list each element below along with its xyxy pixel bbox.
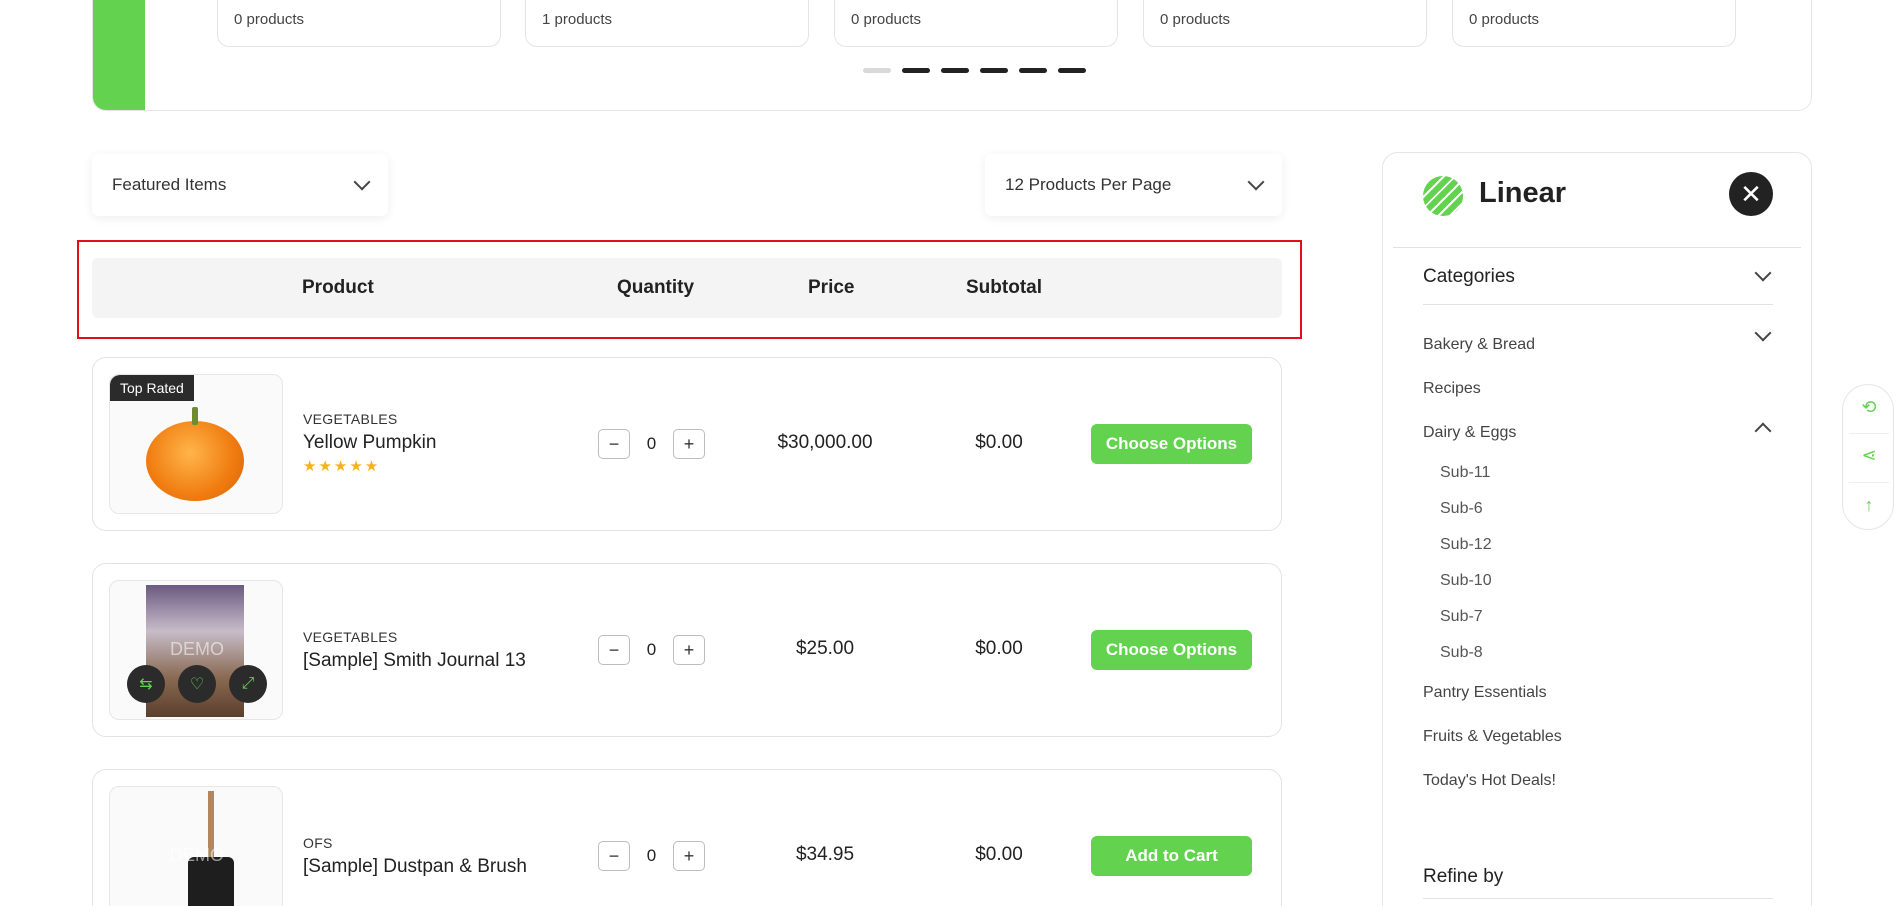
- categories-heading[interactable]: Categories: [1423, 266, 1515, 288]
- quantity-stepper: − 0 +: [598, 429, 705, 459]
- product-thumbnail[interactable]: DEMO ⇆ ♡ ⤢: [109, 580, 283, 720]
- rating-stars: ★★★★★: [303, 458, 381, 475]
- product-name[interactable]: [Sample] Smith Journal 13: [303, 650, 526, 672]
- category-count: 0 products: [1469, 11, 1540, 28]
- top-rated-badge: Top Rated: [110, 375, 194, 401]
- carousel-dot[interactable]: [1019, 68, 1047, 73]
- product-name[interactable]: Yellow Pumpkin: [303, 432, 436, 454]
- chevron-up-icon[interactable]: [1754, 422, 1772, 440]
- subcategory-item[interactable]: Sub-12: [1440, 536, 1492, 554]
- carousel-dot[interactable]: [980, 68, 1008, 73]
- expand-icon[interactable]: ⤢: [229, 665, 267, 703]
- product-price: $30,000.00: [777, 432, 873, 453]
- per-page-dropdown[interactable]: 12 Products Per Page: [985, 154, 1282, 216]
- quantity-value[interactable]: 0: [630, 434, 673, 454]
- category-carousel: 0 products 1 products 0 products 0 produ…: [92, 0, 1812, 111]
- carousel-pagination: [863, 68, 1086, 73]
- carousel-dot[interactable]: [1058, 68, 1086, 73]
- category-count: 0 products: [234, 11, 305, 28]
- category-item-bakery[interactable]: Bakery & Bread: [1423, 336, 1535, 354]
- per-page-dropdown-label: 12 Products Per Page: [1005, 175, 1172, 194]
- demo-watermark: DEMO: [170, 845, 224, 865]
- carousel-dot[interactable]: [941, 68, 969, 73]
- sort-dropdown-label: Featured Items: [112, 175, 227, 194]
- product-row: DEMO OFS [Sample] Dustpan & Brush − 0 + …: [92, 769, 1282, 906]
- category-item-hot-deals[interactable]: Today's Hot Deals!: [1423, 772, 1556, 790]
- filter-sidebar: Linear ✕ Categories Bakery & Bread Recip…: [1382, 152, 1812, 906]
- product-row: DEMO ⇆ ♡ ⤢ VEGETABLES [Sample] Smith Jou…: [92, 563, 1282, 737]
- subcategory-item[interactable]: Sub-6: [1440, 500, 1483, 518]
- product-price: $34.95: [795, 844, 855, 865]
- quantity-stepper: − 0 +: [598, 635, 705, 665]
- quantity-minus-button[interactable]: −: [598, 841, 630, 871]
- choose-options-button[interactable]: Choose Options: [1091, 424, 1252, 464]
- product-category: VEGETABLES: [303, 629, 398, 645]
- share-icon[interactable]: ⋖: [1843, 445, 1895, 466]
- category-item-dairy[interactable]: Dairy & Eggs: [1423, 424, 1516, 442]
- quantity-minus-button[interactable]: −: [598, 635, 630, 665]
- category-card[interactable]: 0 products: [217, 0, 501, 47]
- quantity-stepper: − 0 +: [598, 841, 705, 871]
- product-name[interactable]: [Sample] Dustpan & Brush: [303, 856, 527, 878]
- divider: [1423, 304, 1773, 305]
- subcategory-item[interactable]: Sub-10: [1440, 572, 1492, 590]
- product-category: VEGETABLES: [303, 411, 398, 427]
- refine-by-heading: Refine by: [1423, 866, 1504, 887]
- category-count: 0 products: [1160, 11, 1231, 28]
- floating-action-rail: ⟲ ⋖ ↑: [1842, 384, 1894, 530]
- category-count: 1 products: [542, 11, 613, 28]
- product-row: Top Rated VEGETABLES Yellow Pumpkin ★★★★…: [92, 357, 1282, 531]
- chevron-down-icon: [1247, 173, 1265, 191]
- chevron-down-icon[interactable]: [1754, 264, 1772, 282]
- heart-icon[interactable]: ♡: [178, 665, 216, 703]
- product-thumbnail[interactable]: DEMO: [109, 786, 283, 906]
- pumpkin-image: [146, 407, 244, 501]
- history-icon[interactable]: ⟲: [1843, 397, 1895, 418]
- category-card[interactable]: 0 products: [834, 0, 1118, 47]
- carousel-dot-active[interactable]: [863, 68, 891, 73]
- category-item-fruits[interactable]: Fruits & Vegetables: [1423, 728, 1562, 746]
- category-card[interactable]: 0 products: [1452, 0, 1736, 47]
- category-item-recipes[interactable]: Recipes: [1423, 380, 1481, 398]
- compare-icon[interactable]: ⇆: [127, 665, 165, 703]
- product-category: OFS: [303, 835, 333, 851]
- sort-dropdown[interactable]: Featured Items: [92, 154, 388, 216]
- divider: [1849, 482, 1889, 483]
- quantity-plus-button[interactable]: +: [673, 841, 705, 871]
- category-count: 0 products: [851, 11, 922, 28]
- product-thumbnail[interactable]: Top Rated: [109, 374, 283, 514]
- linear-logo-icon: [1423, 176, 1463, 216]
- product-subtotal: $0.00: [975, 638, 1023, 659]
- subcategory-item[interactable]: Sub-11: [1440, 464, 1490, 482]
- highlight-box: [77, 240, 1302, 339]
- arrow-up-icon[interactable]: ↑: [1843, 495, 1895, 516]
- product-subtotal: $0.00: [975, 844, 1023, 865]
- category-card[interactable]: 0 products: [1143, 0, 1427, 47]
- quantity-minus-button[interactable]: −: [598, 429, 630, 459]
- divider: [1849, 433, 1889, 434]
- quantity-plus-button[interactable]: +: [673, 635, 705, 665]
- subcategory-item[interactable]: Sub-8: [1440, 644, 1483, 662]
- add-to-cart-button[interactable]: Add to Cart: [1091, 836, 1252, 876]
- chevron-down-icon: [353, 173, 371, 191]
- close-sidebar-button[interactable]: ✕: [1729, 172, 1773, 216]
- carousel-accent-bar: [93, 0, 145, 110]
- quantity-value[interactable]: 0: [630, 846, 673, 866]
- demo-watermark: DEMO: [170, 639, 224, 659]
- category-item-pantry[interactable]: Pantry Essentials: [1423, 684, 1547, 702]
- divider: [1393, 247, 1801, 248]
- divider: [1423, 898, 1773, 899]
- category-card[interactable]: 1 products: [525, 0, 809, 47]
- quantity-plus-button[interactable]: +: [673, 429, 705, 459]
- product-subtotal: $0.00: [975, 432, 1023, 453]
- choose-options-button[interactable]: Choose Options: [1091, 630, 1252, 670]
- carousel-dot[interactable]: [902, 68, 930, 73]
- brand-name: Linear: [1479, 177, 1567, 209]
- quantity-value[interactable]: 0: [630, 640, 673, 660]
- chevron-down-icon[interactable]: [1754, 324, 1772, 342]
- subcategory-item[interactable]: Sub-7: [1440, 608, 1483, 626]
- product-price: $25.00: [795, 638, 855, 659]
